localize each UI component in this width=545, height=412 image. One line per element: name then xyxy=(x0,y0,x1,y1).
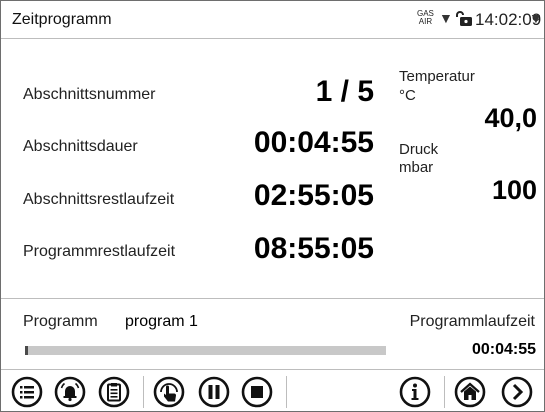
segment-remaining-label: Abschnittsrestlaufzeit xyxy=(23,191,175,208)
gas-air-indicator[interactable]: GAS AIR xyxy=(417,10,434,26)
temperature-unit: °C xyxy=(399,87,416,104)
segment-number-label: Abschnittsnummer xyxy=(23,86,156,103)
screen-frame: Zeitprogramm GAS AIR ▼ 14:02:09 ▼ Abschn… xyxy=(0,0,545,412)
next-arrow-icon[interactable] xyxy=(501,376,533,408)
segment-duration-value: 00:04:55 xyxy=(253,126,374,159)
pressure-label: Druck xyxy=(399,141,439,158)
pressure-unit: mbar xyxy=(399,159,434,176)
toolbar-separator xyxy=(444,376,445,408)
menu-icon[interactable] xyxy=(11,376,43,408)
segment-number-value: 1 / 5 xyxy=(315,75,374,108)
program-progress-bar xyxy=(25,346,386,355)
program-label: Programm xyxy=(23,313,98,330)
stop-icon[interactable] xyxy=(241,376,273,408)
toolbar-separator xyxy=(286,376,287,408)
program-name: program 1 xyxy=(125,313,198,330)
toolbar-separator xyxy=(143,376,144,408)
chevron-down-icon[interactable]: ▼ xyxy=(439,10,453,26)
chevron-down-icon[interactable]: ▼ xyxy=(529,10,543,26)
pressure-value: 100 xyxy=(491,175,537,205)
temperature-value: 40,0 xyxy=(484,103,537,133)
touch-icon[interactable] xyxy=(153,376,185,408)
clipboard-icon[interactable] xyxy=(98,376,130,408)
program-remaining-label: Programmrestlaufzeit xyxy=(23,243,176,260)
info-icon[interactable] xyxy=(399,376,431,408)
progress-fill xyxy=(25,346,28,355)
pause-icon[interactable] xyxy=(198,376,230,408)
program-remaining-value: 08:55:05 xyxy=(253,232,374,265)
temperature-label: Temperatur xyxy=(399,68,475,85)
unlocked-lock-icon[interactable] xyxy=(455,11,473,27)
program-runtime-label: Programmlaufzeit xyxy=(409,313,535,330)
bottom-toolbar xyxy=(1,369,544,411)
alarm-bell-icon[interactable] xyxy=(54,376,86,408)
header-bar: Zeitprogramm GAS AIR ▼ 14:02:09 ▼ xyxy=(1,1,544,39)
segment-remaining-value: 02:55:05 xyxy=(253,179,374,212)
page-title: Zeitprogramm xyxy=(12,11,112,28)
air-label: AIR xyxy=(418,17,433,26)
segment-duration-label: Abschnittsdauer xyxy=(23,138,138,155)
divider xyxy=(1,298,544,299)
program-runtime-value: 00:04:55 xyxy=(471,341,536,358)
home-icon[interactable] xyxy=(454,376,486,408)
